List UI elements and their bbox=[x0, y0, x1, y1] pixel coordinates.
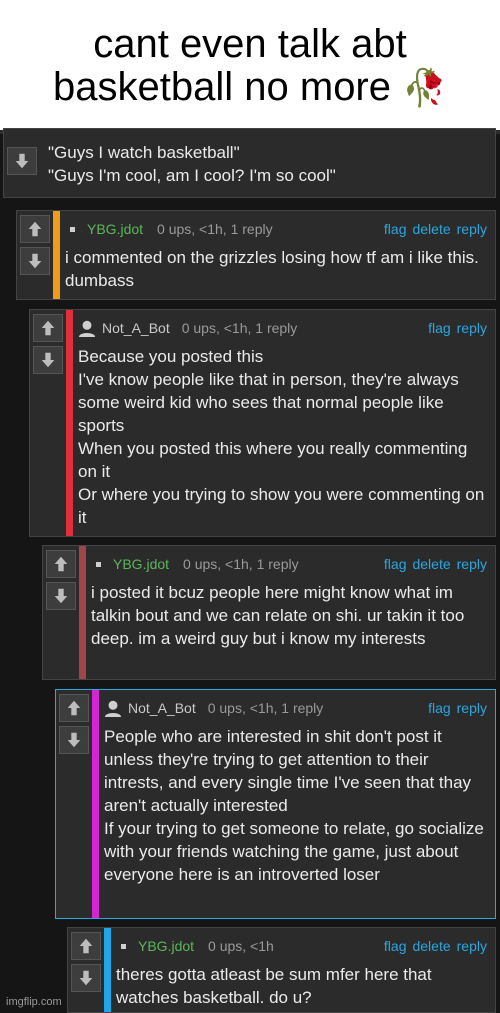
comment-meta: 0 ups, <1h bbox=[208, 938, 274, 954]
comment-actions: flag reply bbox=[422, 700, 487, 716]
username-link[interactable]: YBG.jdot bbox=[87, 221, 143, 237]
delete-link[interactable]: delete bbox=[412, 556, 450, 572]
comment-meta: 0 ups, <1h, 1 reply bbox=[181, 320, 298, 336]
upvote-button[interactable] bbox=[59, 694, 89, 722]
arrow-down-icon bbox=[41, 352, 55, 368]
user-icon bbox=[96, 561, 101, 567]
arrow-down-icon bbox=[15, 153, 29, 169]
arrow-down-icon bbox=[79, 970, 93, 986]
comment-header: Not_A_Bot 0 ups, <1h, 1 reply flag reply bbox=[78, 317, 487, 339]
thread-color-bar bbox=[92, 690, 99, 918]
username-link[interactable]: Not_A_Bot bbox=[102, 320, 170, 336]
comment-header: YBG.jdot 0 ups, <1h flag delete reply bbox=[116, 935, 487, 957]
comment-text: People who are interested in shit don't … bbox=[104, 727, 484, 884]
flag-link[interactable]: flag bbox=[384, 938, 407, 954]
user-icon bbox=[121, 943, 126, 949]
comment-3: YBG.jdot 0 ups, <1h, 1 reply flag delete r… bbox=[42, 545, 496, 680]
vote-controls bbox=[71, 932, 101, 996]
thread-color-bar bbox=[79, 546, 86, 679]
delete-link[interactable]: delete bbox=[412, 938, 450, 954]
flag-link[interactable]: flag bbox=[384, 221, 407, 237]
comment-meta: 0 ups, <1h, 1 reply bbox=[207, 700, 324, 716]
reply-link[interactable]: reply bbox=[457, 700, 487, 716]
comment-header: Not_A_Bot 0 ups, <1h, 1 reply flag reply bbox=[104, 697, 487, 719]
vote-controls bbox=[46, 550, 76, 614]
downvote-button[interactable] bbox=[71, 964, 101, 992]
downvote-button[interactable] bbox=[46, 582, 76, 610]
comment-5: YBG.jdot 0 ups, <1h flag delete reply ther… bbox=[67, 927, 496, 1013]
wilted-rose-icon: 🥀 bbox=[402, 67, 447, 108]
comment-actions: flag delete reply bbox=[378, 221, 487, 237]
upvote-button[interactable] bbox=[46, 550, 76, 578]
username-link[interactable]: YBG.jdot bbox=[138, 938, 194, 954]
flag-link[interactable]: flag bbox=[428, 320, 451, 336]
imgflip-watermark: imgflip.com bbox=[6, 996, 62, 1008]
caption-text: cant even talk abt basketball no more bbox=[53, 22, 407, 109]
comment-1: YBG.jdot 0 ups, <1h, 1 reply flag delete r… bbox=[16, 210, 496, 300]
arrow-up-icon bbox=[28, 221, 42, 237]
comment-actions: flag delete reply bbox=[378, 938, 487, 954]
vote-controls bbox=[20, 215, 50, 279]
comment-meta: 0 ups, <1h, 1 reply bbox=[183, 556, 299, 572]
upvote-button[interactable] bbox=[33, 314, 63, 342]
comment-text: i commented on the grizzles losing how t… bbox=[65, 248, 479, 290]
vote-controls bbox=[7, 147, 37, 179]
comment-meta: 0 ups, <1h, 1 reply bbox=[157, 221, 273, 237]
thread-color-bar bbox=[53, 211, 60, 299]
comment-text: i posted it bcuz people here might know … bbox=[91, 583, 465, 648]
comment-text: "Guys I watch basketball" "Guys I'm cool… bbox=[48, 143, 336, 185]
upvote-button[interactable] bbox=[20, 215, 50, 243]
username-link[interactable]: Not_A_Bot bbox=[128, 700, 196, 716]
arrow-up-icon bbox=[41, 320, 55, 336]
reply-link[interactable]: reply bbox=[457, 556, 487, 572]
comment-actions: flag reply bbox=[422, 320, 487, 336]
arrow-up-icon bbox=[79, 938, 93, 954]
vote-controls bbox=[59, 694, 89, 758]
comment-text: theres gotta atleast be sum mfer here th… bbox=[116, 965, 432, 1007]
arrow-down-icon bbox=[28, 253, 42, 269]
comment-header: YBG.jdot 0 ups, <1h, 1 reply flag delete r… bbox=[65, 218, 487, 240]
flag-link[interactable]: flag bbox=[384, 556, 407, 572]
comment-text: Because you posted this I've know people… bbox=[78, 347, 485, 527]
flag-link[interactable]: flag bbox=[428, 700, 451, 716]
comment-0: "Guys I watch basketball" "Guys I'm cool… bbox=[3, 128, 496, 198]
comment-actions: flag delete reply bbox=[378, 556, 487, 572]
thread-color-bar bbox=[104, 928, 111, 1012]
arrow-down-icon bbox=[67, 732, 81, 748]
upvote-button[interactable] bbox=[71, 932, 101, 960]
reply-link[interactable]: reply bbox=[457, 221, 487, 237]
arrow-down-icon bbox=[54, 588, 68, 604]
comment-4: Not_A_Bot 0 ups, <1h, 1 reply flag reply … bbox=[55, 689, 496, 919]
reply-link[interactable]: reply bbox=[457, 938, 487, 954]
downvote-button[interactable] bbox=[20, 247, 50, 275]
arrow-up-icon bbox=[67, 700, 81, 716]
user-icon bbox=[70, 226, 75, 232]
delete-link[interactable]: delete bbox=[412, 221, 450, 237]
vote-controls bbox=[33, 314, 63, 378]
downvote-button[interactable] bbox=[7, 147, 37, 175]
arrow-up-icon bbox=[54, 556, 68, 572]
avatar-icon bbox=[104, 700, 122, 717]
meme-caption: cant even talk abt basketball no more 🥀 bbox=[0, 0, 500, 130]
downvote-button[interactable] bbox=[33, 346, 63, 374]
comment-header: YBG.jdot 0 ups, <1h, 1 reply flag delete r… bbox=[91, 553, 487, 575]
downvote-button[interactable] bbox=[59, 726, 89, 754]
reply-link[interactable]: reply bbox=[457, 320, 487, 336]
username-link[interactable]: YBG.jdot bbox=[113, 556, 169, 572]
comment-2: Not_A_Bot 0 ups, <1h, 1 reply flag reply … bbox=[29, 309, 496, 537]
avatar-icon bbox=[78, 320, 96, 337]
thread-color-bar bbox=[66, 310, 73, 536]
